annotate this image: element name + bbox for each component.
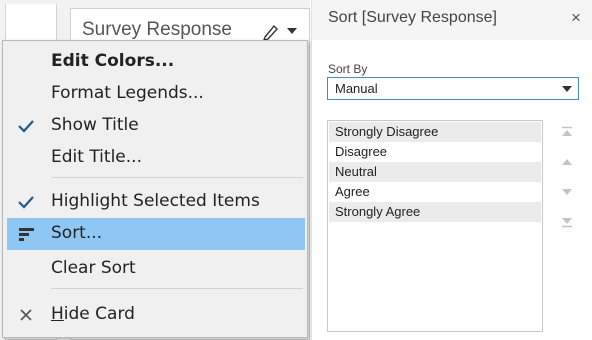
menu-item-label: Edit Title... [51, 147, 142, 167]
close-icon[interactable]: × [571, 9, 581, 26]
sort-dialog-title: Sort [Survey Response] [328, 9, 497, 26]
move-to-bottom-icon[interactable] [560, 216, 574, 228]
reorder-buttons [560, 126, 574, 236]
menu-item-highlight-selected[interactable]: Highlight Selected Items [7, 186, 305, 218]
move-to-top-icon[interactable] [560, 126, 574, 138]
menu-item-label: Highlight Selected Items [51, 191, 260, 211]
list-item[interactable]: Strongly Agree [329, 202, 541, 222]
menu-item-label: Hide Card [51, 304, 135, 324]
menu-item-format-legends[interactable]: Format Legends... [7, 78, 305, 110]
checkmark-icon [18, 120, 34, 133]
menu-item-label: Show Title [51, 115, 139, 135]
move-up-icon[interactable] [560, 156, 574, 168]
chevron-down-icon [562, 86, 572, 92]
menu-item-label: Sort... [51, 223, 103, 243]
card-title: Survey Response [82, 19, 232, 40]
context-menu: Edit Colors... Format Legends... Show Ti… [2, 40, 308, 338]
sort-by-value: Manual [335, 81, 378, 96]
move-down-icon[interactable] [560, 186, 574, 198]
list-item[interactable]: Strongly Disagree [329, 122, 541, 142]
menu-item-label: Format Legends... [51, 83, 204, 103]
pencil-icon[interactable] [261, 22, 281, 42]
menu-item-sort[interactable]: Sort... [7, 218, 305, 250]
sort-by-label: Sort By [328, 62, 368, 76]
sort-order-list[interactable]: Strongly Disagree Disagree Neutral Agree… [327, 120, 543, 332]
list-item[interactable]: Neutral [329, 162, 541, 182]
menu-item-edit-colors[interactable]: Edit Colors... [7, 46, 305, 78]
menu-item-label: Clear Sort [51, 258, 136, 278]
menu-item-label: Edit Colors... [51, 51, 175, 71]
menu-item-hide-card[interactable]: Hide Card [7, 299, 305, 331]
menu-separator [51, 288, 303, 289]
checkmark-icon [18, 196, 34, 209]
close-icon [20, 309, 32, 321]
sort-dialog-header: Sort [Survey Response] × [312, 0, 592, 40]
list-item[interactable]: Disagree [329, 142, 541, 162]
menu-item-clear-sort[interactable]: Clear Sort [7, 253, 305, 285]
menu-item-edit-title[interactable]: Edit Title... [7, 142, 305, 174]
menu-separator [51, 177, 303, 178]
list-item[interactable]: Agree [329, 182, 541, 202]
sort-by-select[interactable]: Manual [327, 77, 579, 100]
chevron-down-icon[interactable] [287, 28, 297, 34]
sort-dialog: Sort [Survey Response] × Sort By Manual … [311, 0, 592, 340]
sort-icon [19, 228, 34, 241]
menu-item-show-title[interactable]: Show Title [7, 110, 305, 142]
